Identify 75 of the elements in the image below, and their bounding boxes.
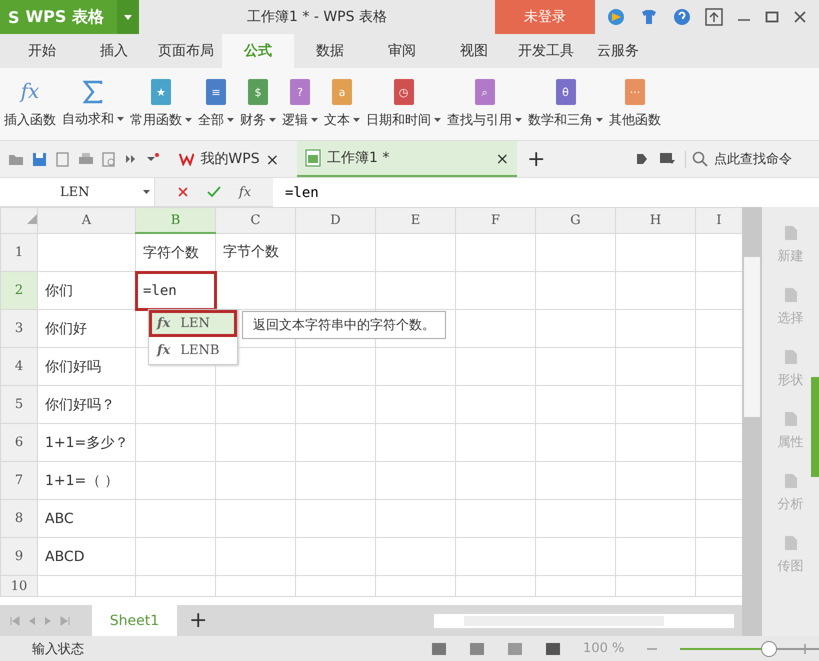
book-icon: ◷ — [394, 79, 414, 105]
ribbon-button[interactable]: θ 数学和三角 — [528, 79, 603, 129]
row-header[interactable]: 1 — [0, 233, 38, 272]
cell-input[interactable]: =len — [140, 282, 177, 298]
command-search-field[interactable]: 点此查找命令 — [685, 150, 811, 168]
row-header[interactable]: 8 — [0, 500, 38, 538]
column-header[interactable]: D — [296, 208, 376, 233]
close-tab-button[interactable]: × — [266, 150, 279, 168]
book-icon: a — [332, 79, 352, 105]
cell-text: 你们好吗 — [44, 358, 101, 374]
function-icon: fx — [20, 79, 40, 105]
row-header[interactable]: 4 — [0, 348, 38, 386]
column-header[interactable]: B — [136, 208, 216, 233]
ribbon-button[interactable]: ◷ 日期和时间 — [366, 79, 441, 129]
ribbon-button[interactable]: ★ 常用函数 — [130, 79, 192, 129]
cell-text: ABC — [44, 510, 74, 526]
menu-tab[interactable]: 开发工具 — [510, 34, 582, 68]
book-icon: ··· — [625, 79, 645, 105]
book-icon: ≡ — [206, 79, 226, 105]
column-header[interactable]: I — [696, 208, 742, 233]
column-header[interactable]: A — [38, 208, 136, 233]
insert-function-button[interactable]: fx — [238, 184, 252, 200]
function-tooltip: 返回文本字符串中的字符个数。 — [242, 311, 446, 339]
menu-tab[interactable]: 审阅 — [366, 34, 438, 68]
ribbon-button[interactable]: a 文本 — [324, 79, 360, 129]
cell-text: 字节个数 — [222, 244, 279, 260]
ribbon-button[interactable]: fx 插入函数 — [4, 79, 56, 129]
book-icon: θ — [556, 79, 576, 105]
function-suggestion[interactable]: fx LEN — [149, 310, 237, 337]
menu-tab[interactable]: 云服务 — [582, 34, 654, 68]
row-header[interactable]: 2 — [0, 272, 38, 310]
menu-tab[interactable]: 开始 — [6, 34, 78, 68]
ribbon-button[interactable]: ? 逻辑 — [282, 79, 318, 129]
function-suggestion[interactable]: fx LENB — [149, 337, 237, 364]
row-header[interactable]: 7 — [0, 462, 38, 500]
cell-text: 1+1=多少？ — [44, 434, 128, 450]
column-header[interactable]: C — [216, 208, 296, 233]
document-tab[interactable]: 工作簿1 * × — [297, 141, 517, 177]
column-header[interactable]: G — [536, 208, 616, 233]
book-icon: $ — [248, 79, 268, 105]
menu-tab[interactable]: 视图 — [438, 34, 510, 68]
cell-text: 1+1=（ ） — [44, 472, 119, 488]
cell-text: 字符个数 — [142, 244, 199, 260]
row-header[interactable]: 3 — [0, 310, 38, 348]
document-tab[interactable]: 我的WPS × — [171, 141, 287, 177]
cell-text: 你们好 — [44, 320, 87, 336]
cell-text: 你们好吗？ — [44, 396, 115, 412]
book-icon: ★ — [151, 79, 171, 105]
row-header[interactable]: 9 — [0, 538, 38, 576]
ribbon-button[interactable]: ⌕ 查找与引用 — [447, 79, 522, 129]
ribbon-button[interactable]: ≡ 全部 — [198, 79, 234, 129]
book-icon: ? — [290, 79, 310, 105]
ribbon-button[interactable]: $ 财务 — [240, 79, 276, 129]
zoom-level: 100 % — [583, 641, 624, 656]
status-mode: 输入状态 — [31, 640, 84, 658]
menu-tab[interactable]: 公式 — [222, 34, 294, 68]
column-header[interactable]: F — [456, 208, 536, 233]
menu-tab[interactable]: 插入 — [78, 34, 150, 68]
cell-text: ABCD — [44, 548, 84, 564]
ribbon-button[interactable]: 自动求和 — [62, 80, 124, 128]
menu-tab[interactable]: 数据 — [294, 34, 366, 68]
sheet-tab[interactable]: Sheet1 — [92, 605, 177, 636]
menu-tab[interactable]: 页面布局 — [150, 34, 222, 68]
column-header[interactable]: H — [616, 208, 696, 233]
row-header[interactable]: 10 — [0, 576, 38, 596]
new-tab-button[interactable]: + — [527, 146, 546, 172]
add-sheet-button[interactable]: + — [177, 608, 220, 633]
column-header[interactable]: E — [376, 208, 456, 233]
row-header[interactable]: 6 — [0, 424, 38, 462]
cell-text: 你们 — [44, 282, 73, 298]
row-header[interactable]: 5 — [0, 386, 38, 424]
close-tab-button[interactable]: × — [496, 148, 509, 168]
ribbon-button[interactable]: ··· 其他函数 — [609, 79, 661, 129]
book-icon: ⌕ — [474, 79, 494, 105]
window-title: 工作簿1 * - WPS 表格 — [246, 8, 388, 26]
